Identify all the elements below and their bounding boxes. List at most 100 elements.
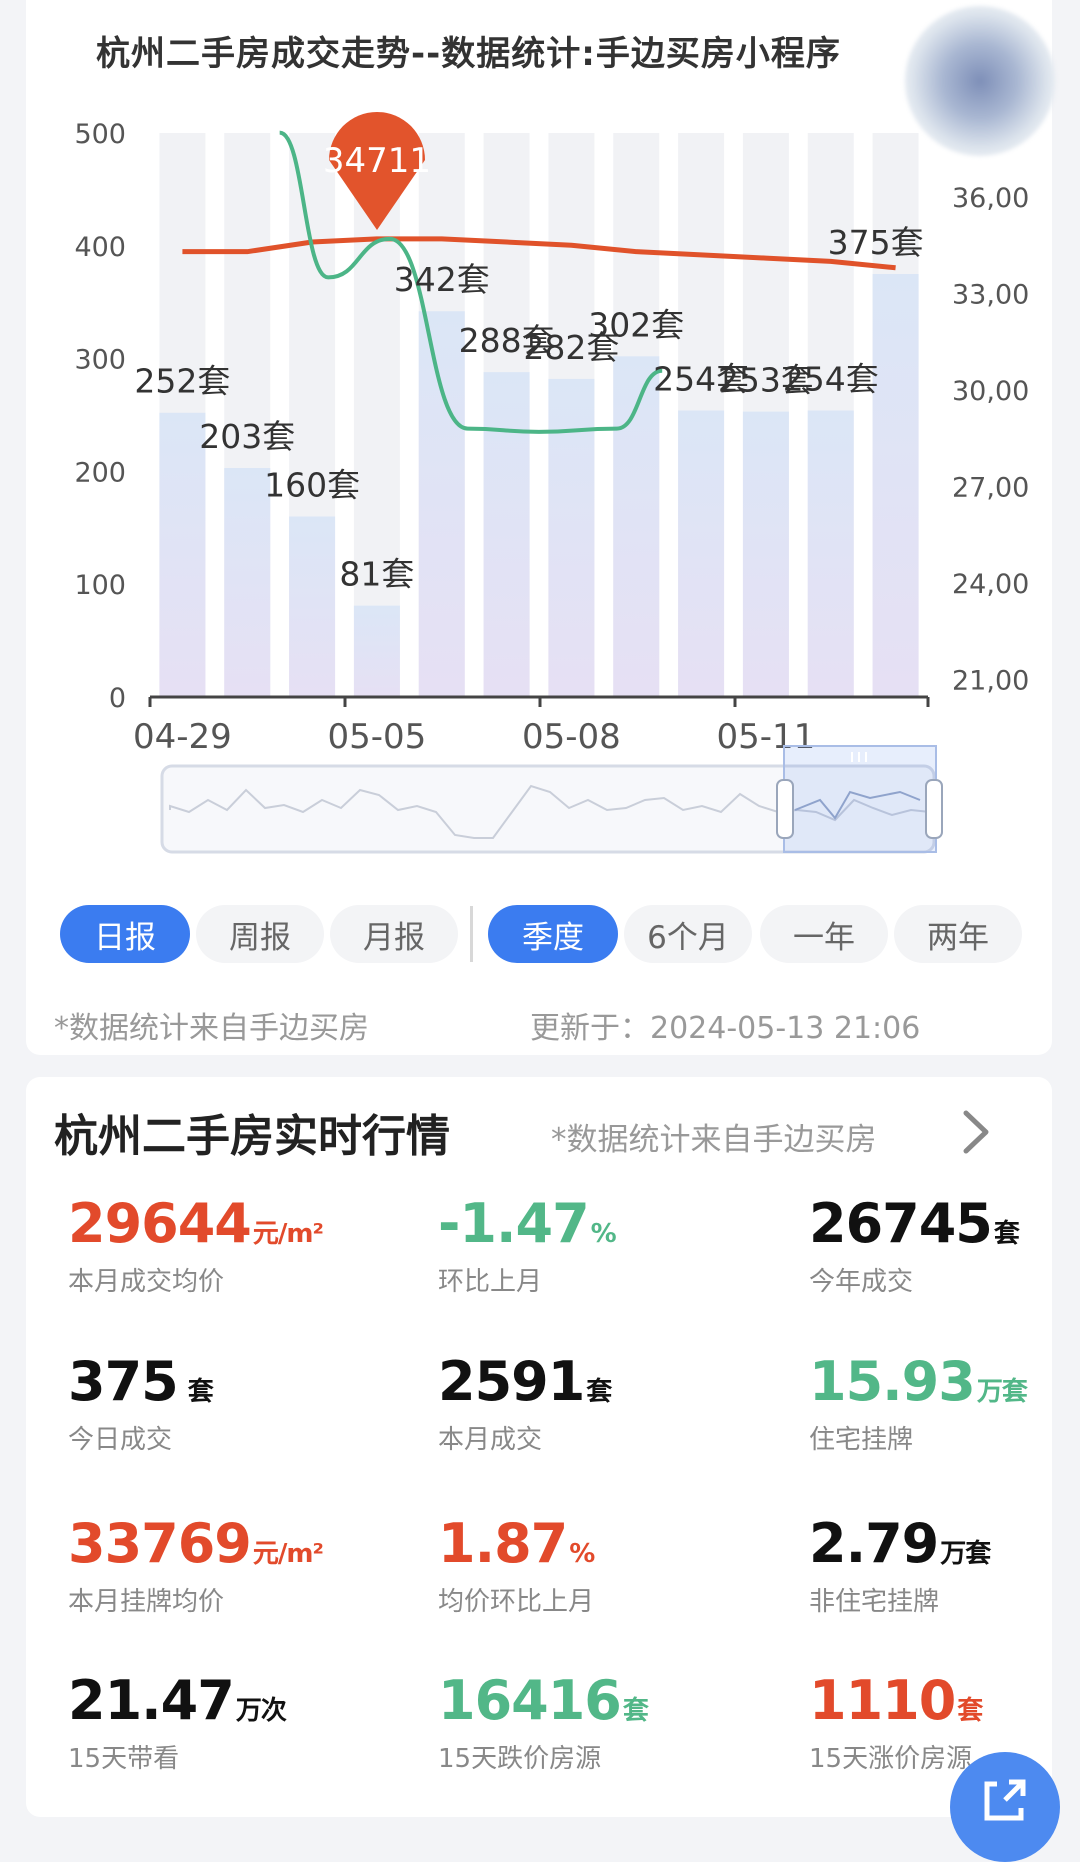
stat-item: 1110套 15天涨价房源 <box>809 1669 983 1775</box>
stat-number: 375 <box>68 1350 179 1413</box>
stat-unit: 万套 <box>976 1377 1028 1407</box>
stat-item: 26745套今年成交 <box>809 1192 1020 1298</box>
stat-value: 21.47万次 <box>68 1669 287 1732</box>
stat-number: 2.79 <box>809 1512 939 1575</box>
stat-unit: 万套 <box>940 1539 991 1569</box>
tab-quarter[interactable]: 季度 <box>488 905 618 963</box>
stat-number: 16416 <box>438 1669 622 1732</box>
bar-value-label: 203套 <box>199 417 295 456</box>
stat-label: 15天涨价房源 <box>809 1744 973 1774</box>
market-card: 杭州二手房实时行情 *数据统计来自手边买房 29644元/m² 本月成交均价 -1.… <box>26 1077 1052 1817</box>
tab-one-year[interactable]: 一年 <box>760 905 888 963</box>
stat-label: 本月挂牌均价 <box>68 1587 225 1617</box>
stat-label: 今年成交 <box>809 1267 914 1297</box>
tab-weekly[interactable]: 周报 <box>196 905 324 963</box>
stat-number: 1110 <box>809 1669 956 1732</box>
stat-item: 33769元/m² 本月挂牌均价 <box>68 1512 324 1618</box>
bar <box>807 410 854 697</box>
stat-number: 26745 <box>809 1192 993 1255</box>
tab-divider <box>470 906 473 962</box>
stat-value: 16416套 <box>438 1669 649 1732</box>
y-axis-right-tick: 27,00 <box>952 473 1029 504</box>
stat-value: 2.79万套 <box>809 1512 991 1575</box>
stat-item: 15.93万套住宅挂牌 <box>809 1350 1028 1456</box>
stat-value: -1.47% <box>438 1192 617 1255</box>
stat-unit: 套 <box>957 1696 983 1726</box>
y-axis-left-tick: 500 <box>74 119 126 150</box>
y-axis-left-tick: 300 <box>74 345 126 376</box>
x-axis-tick-label: 05-08 <box>522 717 621 757</box>
stat-number: 29644 <box>68 1192 252 1255</box>
tab-daily[interactable]: 日报 <box>60 905 190 963</box>
bar <box>289 516 336 697</box>
bar <box>742 411 789 697</box>
bar-value-label: 375套 <box>828 223 924 262</box>
share-icon <box>984 1779 1026 1821</box>
stat-label: 本月成交均价 <box>68 1267 225 1297</box>
bar-value-label: 81套 <box>339 555 414 594</box>
stat-item: 21.47万次 15天带看 <box>68 1669 287 1775</box>
y-axis-right-tick: 33,00 <box>952 280 1029 311</box>
y-axis-right-tick: 24,00 <box>952 569 1029 600</box>
y-axis-left-tick: 200 <box>74 457 126 488</box>
stat-value: 375 套 <box>68 1350 214 1413</box>
market-title: 杭州二手房实时行情 <box>54 1111 450 1162</box>
chevron-right-icon[interactable] <box>956 1107 996 1157</box>
market-source-note: *数据统计来自手边买房 <box>551 1122 877 1158</box>
bar <box>418 311 465 697</box>
stat-label: 本月成交 <box>438 1425 543 1455</box>
transaction-chart: 500 400 300 200 100 0 36,00 33,00 30,00 27,00 24,0… <box>74 112 1029 854</box>
stat-number: -1.47 <box>438 1192 590 1255</box>
stat-unit: % <box>590 1219 617 1249</box>
x-axis-tick-label: 05-05 <box>328 717 427 757</box>
stat-label: 住宅挂牌 <box>809 1425 914 1455</box>
bar-value-label: 254套 <box>783 359 879 398</box>
y-axis-right-tick: 30,00 <box>952 376 1029 407</box>
chart-updated-time: 更新于：2024-05-13 21:06 <box>530 1011 921 1046</box>
bar <box>353 605 400 697</box>
stat-value: 1.87% <box>438 1512 595 1575</box>
tab-6-months[interactable]: 6个月 <box>624 905 752 963</box>
tab-two-years[interactable]: 两年 <box>894 905 1022 963</box>
bar-value-label: 160套 <box>264 466 360 505</box>
stat-item: 375 套今日成交 <box>68 1350 214 1456</box>
stat-item: 16416套 15天跌价房源 <box>438 1669 649 1775</box>
stat-value: 1110套 <box>809 1669 983 1732</box>
stat-value: 26745套 <box>809 1192 1020 1255</box>
bar <box>548 378 595 697</box>
stat-label: 均价环比上月 <box>438 1587 595 1617</box>
stat-number: 2591 <box>438 1350 585 1413</box>
stat-label: 15天带看 <box>68 1744 180 1774</box>
tooltip-value: 34711 <box>323 141 431 181</box>
range-slider-left-handle <box>776 779 794 839</box>
bar-value-label: 252套 <box>134 362 230 401</box>
stat-number: 15.93 <box>809 1350 976 1413</box>
stat-value: 2591套 <box>438 1350 612 1413</box>
stat-number: 1.87 <box>438 1512 568 1575</box>
stat-value: 29644元/m² <box>68 1192 324 1255</box>
share-button[interactable] <box>950 1752 1060 1862</box>
tab-monthly[interactable]: 月报 <box>330 905 458 963</box>
stat-item: 2591套本月成交 <box>438 1350 612 1456</box>
stat-number: 21.47 <box>68 1669 235 1732</box>
stat-value: 33769元/m² <box>68 1512 324 1575</box>
stat-item: 1.87% 均价环比上月 <box>438 1512 595 1618</box>
stat-label: 环比上月 <box>438 1267 543 1297</box>
stat-unit: 元/m² <box>252 1219 324 1249</box>
stat-unit: 套 <box>622 1696 649 1726</box>
y-axis-left-tick: 0 <box>109 683 126 714</box>
stat-unit: 元/m² <box>252 1539 324 1569</box>
stat-unit: 万次 <box>235 1696 287 1726</box>
y-axis-right-tick: 36,00 <box>952 183 1029 214</box>
stat-item: -1.47% 环比上月 <box>438 1192 617 1298</box>
y-axis-left-tick: 100 <box>74 570 126 601</box>
stat-item: 29644元/m² 本月成交均价 <box>68 1192 324 1298</box>
stat-label: 非住宅挂牌 <box>809 1587 940 1617</box>
stat-unit: 套 <box>993 1219 1020 1249</box>
stat-unit: 套 <box>179 1377 214 1407</box>
bar-value-label: 302套 <box>588 305 684 344</box>
bar <box>678 410 725 697</box>
x-axis-tick-label: 04-29 <box>133 717 232 757</box>
bar <box>872 274 919 697</box>
stat-unit: 套 <box>586 1377 612 1407</box>
